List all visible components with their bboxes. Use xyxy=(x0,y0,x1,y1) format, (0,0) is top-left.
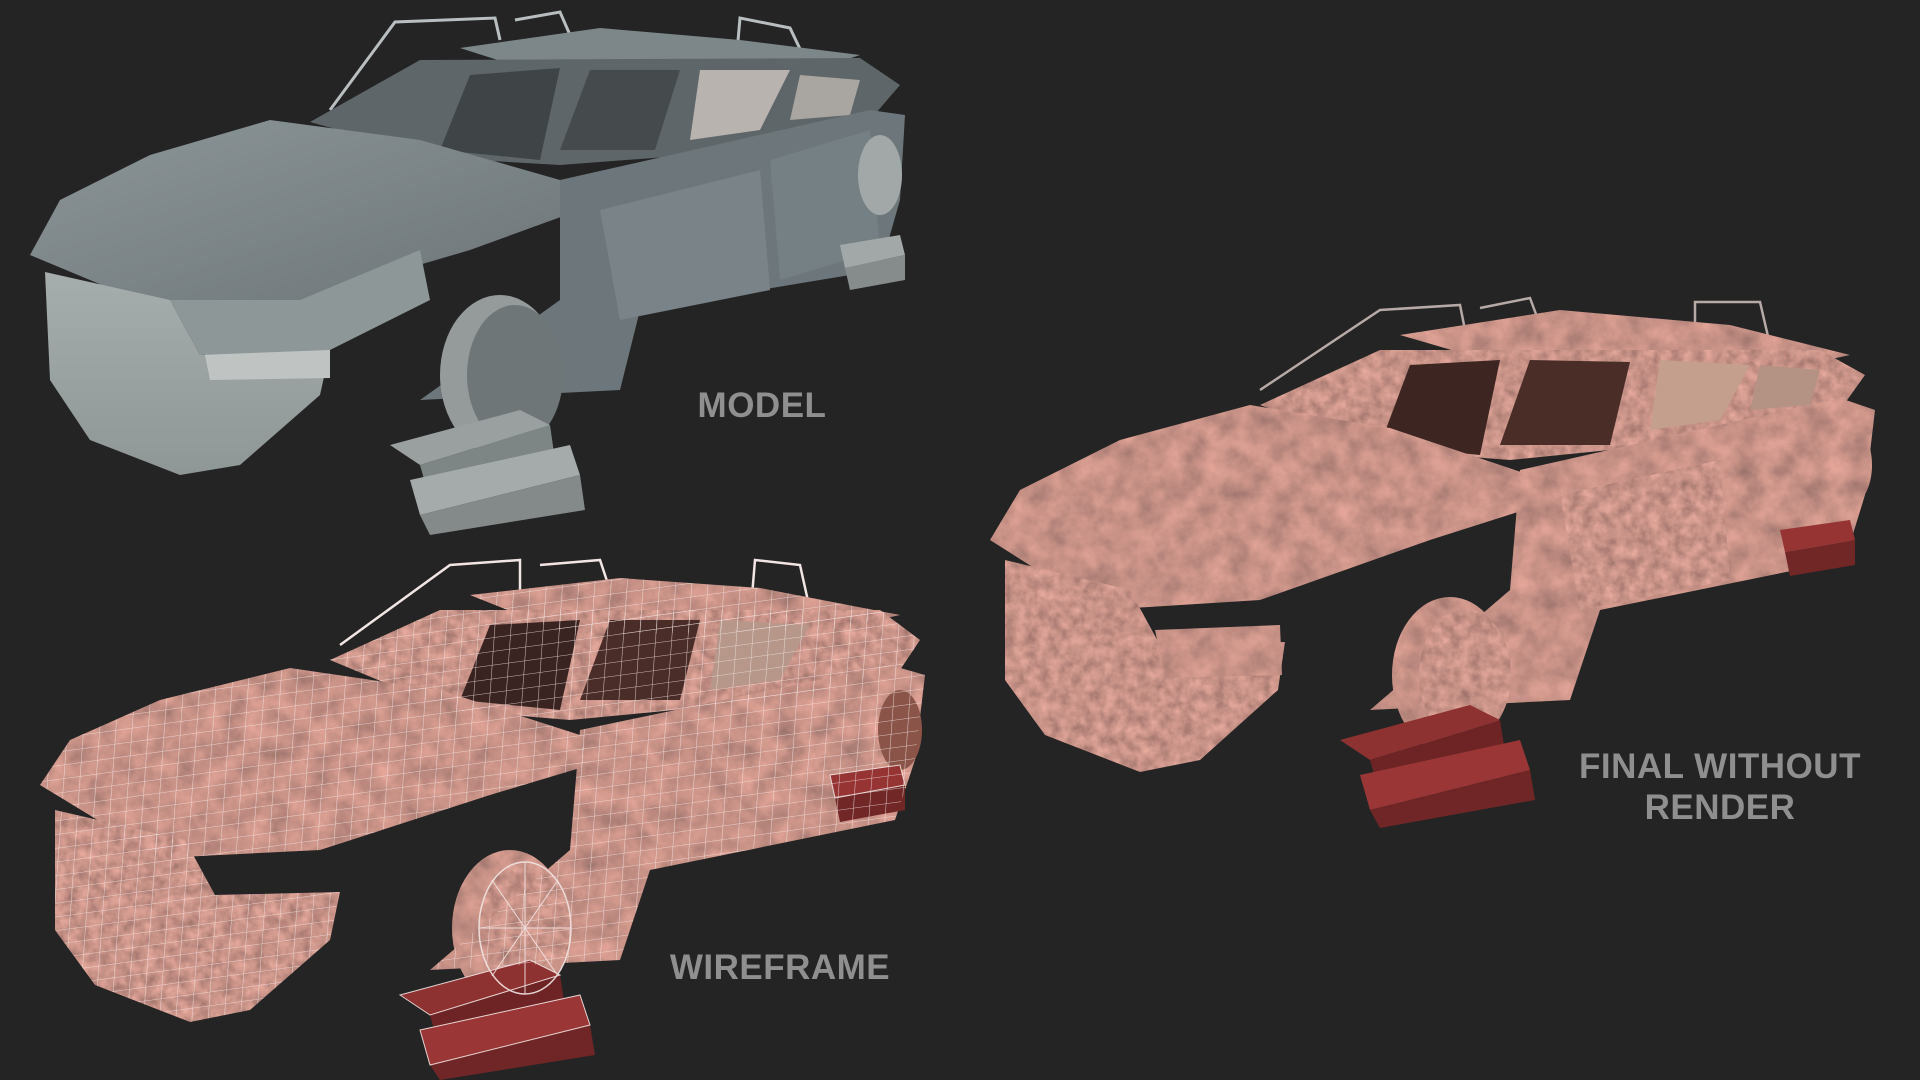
final-label-line1: FINAL WITHOUT xyxy=(1579,747,1861,786)
final-label-line2: RENDER xyxy=(1644,788,1796,827)
model-label: MODEL xyxy=(697,386,827,425)
wireframe-label: WIREFRAME xyxy=(669,948,891,987)
model-view xyxy=(0,0,940,540)
model-car-image xyxy=(30,10,905,535)
final-label: FINAL WITHOUT RENDER xyxy=(1560,746,1880,828)
wireframe-car-image xyxy=(40,558,925,1080)
wireframe-view xyxy=(0,540,940,1080)
